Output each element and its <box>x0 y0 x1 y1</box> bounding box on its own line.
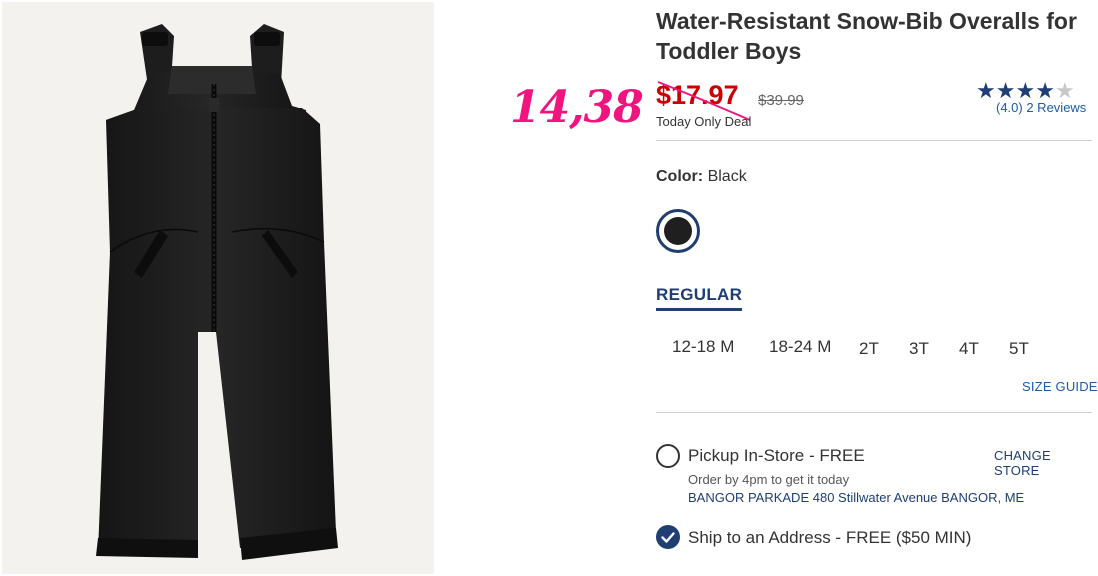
ship-radio-checked[interactable] <box>656 525 680 549</box>
original-price: $39.99 <box>758 92 804 109</box>
snow-bib-overalls-image <box>96 24 338 560</box>
size-option-3t[interactable]: 3T <box>909 339 929 359</box>
product-title-line1: Water-Resistant Snow-Bib Overalls for <box>656 8 1077 34</box>
color-label-key: Color: <box>656 168 704 185</box>
product-title-line2: Toddler Boys <box>656 38 802 64</box>
swatch-fill <box>664 217 692 245</box>
pickup-label[interactable]: Pickup In-Store - FREE <box>688 446 865 466</box>
size-option-12-18m[interactable]: 12-18 M <box>672 337 734 357</box>
sale-price: $17.97 <box>656 80 739 110</box>
star-rating[interactable]: ★★★★★ <box>976 80 1075 102</box>
size-guide-link[interactable]: SIZE GUIDE <box>1022 379 1098 394</box>
star-filled-icon: ★ <box>976 78 996 103</box>
store-address: BANGOR PARKADE 480 Stillwater Avenue BAN… <box>688 490 1025 505</box>
color-label: Color: Black <box>656 168 747 186</box>
handwritten-price-annotation: 14,38 <box>510 82 644 133</box>
pickup-deadline: Order by 4pm to get it today <box>688 472 850 487</box>
divider <box>656 412 1092 413</box>
product-image[interactable] <box>2 2 434 574</box>
color-swatch-black[interactable] <box>656 209 700 253</box>
deal-label: Today Only Deal <box>656 114 752 129</box>
size-option-2t[interactable]: 2T <box>859 339 879 359</box>
divider <box>656 140 1092 141</box>
size-option-4t[interactable]: 4T <box>959 339 979 359</box>
tab-regular[interactable]: REGULAR <box>656 285 743 311</box>
product-title: Water-Resistant Snow-Bib Overalls for To… <box>656 6 1096 66</box>
change-store-link[interactable]: CHANGE STORE <box>994 448 1098 478</box>
ship-label[interactable]: Ship to an Address - FREE ($50 MIN) <box>688 528 971 548</box>
size-option-18-24m[interactable]: 18-24 M <box>769 337 831 357</box>
color-value: Black <box>707 168 747 185</box>
checkmark-icon <box>661 532 675 543</box>
reviews-link[interactable]: (4.0) 2 Reviews <box>996 100 1086 115</box>
size-option-5t[interactable]: 5T <box>1009 339 1029 359</box>
pickup-radio[interactable] <box>656 444 680 468</box>
